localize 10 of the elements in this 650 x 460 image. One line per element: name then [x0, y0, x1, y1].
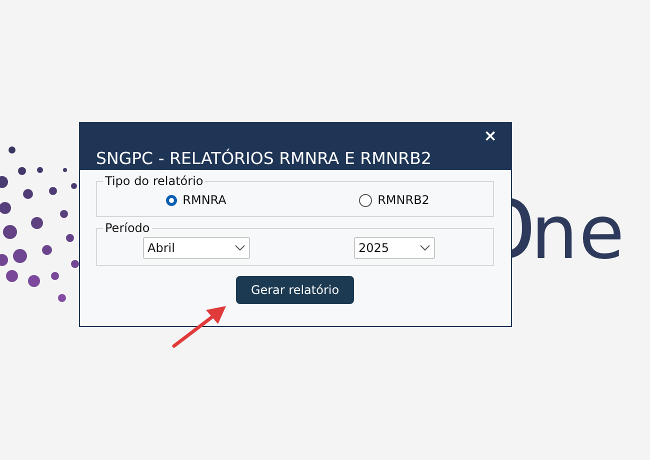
dialog-title: SNGPC - RELATÓRIOS RMNRA E RMNRB2	[96, 149, 432, 168]
logo-text: ne	[531, 196, 626, 270]
group-label: Tipo do relatório	[104, 174, 204, 188]
dropdown[interactable]: 2025	[354, 237, 434, 259]
generate-report-button[interactable]: Gerar relatório	[236, 276, 354, 304]
close-button[interactable]: ×	[482, 126, 499, 145]
radio-option[interactable]: RMNRA	[162, 190, 230, 210]
group-label: Período	[104, 221, 151, 235]
radio-option[interactable]: RMNRB2	[356, 190, 432, 210]
dropdown[interactable]: Abril	[142, 237, 250, 259]
